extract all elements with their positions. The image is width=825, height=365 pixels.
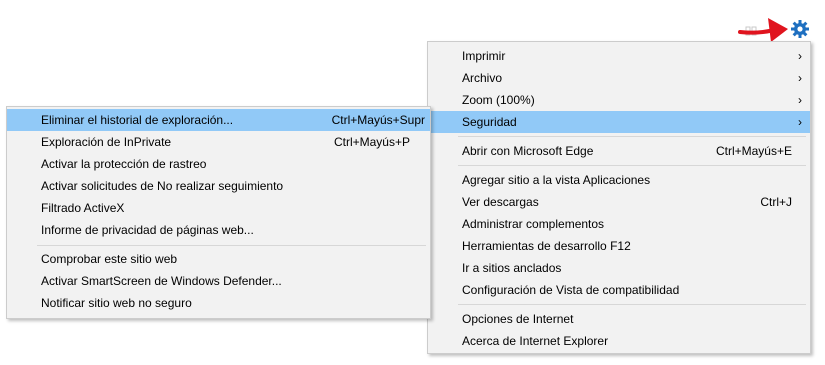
menu-item-label: Administrar complementos (462, 217, 605, 231)
menu-separator (37, 245, 426, 246)
menu-item-label: Seguridad (462, 115, 517, 129)
menu-item-imprimir[interactable]: Imprimir › (428, 45, 810, 67)
chevron-right-icon: › (798, 71, 802, 85)
menu-item-label: Informe de privacidad de páginas web... (41, 223, 254, 237)
menu-item-check-site[interactable]: Comprobar este sitio web (7, 248, 430, 270)
menu-item-label: Abrir con Microsoft Edge (462, 144, 594, 158)
menu-item-delete-history[interactable]: Eliminar el historial de exploración... … (7, 109, 430, 131)
menu-item-label: Filtrado ActiveX (41, 201, 125, 215)
menu-item-seguridad[interactable]: Seguridad › (428, 111, 810, 133)
tools-menu: Imprimir › Archivo › Zoom (100%) › Segur… (427, 41, 811, 354)
menu-separator (458, 136, 806, 137)
menu-item-add-site-apps[interactable]: Agregar sitio a la vista Aplicaciones (428, 169, 810, 191)
menu-separator (458, 165, 806, 166)
chevron-right-icon: › (798, 93, 802, 107)
chevron-right-icon: › (798, 115, 802, 129)
menu-item-label: Acerca de Internet Explorer (462, 334, 609, 348)
menu-item-shortcut: Ctrl+Mayús+E (715, 144, 792, 158)
menu-item-label: Activar la protección de rastreo (41, 157, 207, 171)
menu-item-shortcut: Ctrl+Mayús+P (333, 135, 410, 149)
menu-item-open-edge[interactable]: Abrir con Microsoft Edge Ctrl+Mayús+E (428, 140, 810, 162)
menu-item-privacy-report[interactable]: Informe de privacidad de páginas web... (7, 219, 430, 241)
menu-item-label: Activar SmartScreen de Windows Defender.… (41, 274, 282, 288)
menu-item-label: Opciones de Internet (462, 312, 574, 326)
menu-item-zoom[interactable]: Zoom (100%) › (428, 89, 810, 111)
menu-item-shortcut: Ctrl+J (760, 195, 792, 209)
menu-item-view-downloads[interactable]: Ver descargas Ctrl+J (428, 191, 810, 213)
menu-separator (458, 304, 806, 305)
menu-item-archivo[interactable]: Archivo › (428, 67, 810, 89)
menu-item-shortcut: Ctrl+Mayús+Supr (331, 113, 425, 127)
menu-item-label: Herramientas de desarrollo F12 (462, 239, 631, 253)
menu-item-inprivate[interactable]: Exploración de InPrivate Ctrl+Mayús+P (7, 131, 430, 153)
menu-item-label: Configuración de Vista de compatibilidad (462, 283, 680, 297)
menu-item-label: Activar solicitudes de No realizar segui… (41, 179, 284, 193)
menu-item-smartscreen[interactable]: Activar SmartScreen de Windows Defender.… (7, 270, 430, 292)
tools-gear-icon[interactable] (790, 19, 810, 39)
menu-item-compat-view[interactable]: Configuración de Vista de compatibilidad (428, 279, 810, 301)
menu-item-activex-filtering[interactable]: Filtrado ActiveX (7, 197, 430, 219)
menu-item-tracking-protection[interactable]: Activar la protección de rastreo (7, 153, 430, 175)
menu-item-label: Archivo (462, 71, 503, 85)
menu-item-label: Agregar sitio a la vista Aplicaciones (462, 173, 651, 187)
menu-item-label: Ir a sitios anclados (462, 261, 562, 275)
menu-item-pinned-sites[interactable]: Ir a sitios anclados (428, 257, 810, 279)
menu-item-label: Exploración de InPrivate (41, 135, 172, 149)
menu-item-label: Comprobar este sitio web (41, 252, 178, 266)
security-submenu: Eliminar el historial de exploración... … (6, 106, 431, 319)
menu-item-manage-addons[interactable]: Administrar complementos (428, 213, 810, 235)
chevron-right-icon: › (798, 49, 802, 63)
menu-item-label: Zoom (100%) (462, 93, 535, 107)
menu-item-label: Imprimir (462, 49, 506, 63)
menu-item-report-unsafe[interactable]: Notificar sitio web no seguro (7, 292, 430, 314)
menu-item-about-ie[interactable]: Acerca de Internet Explorer (428, 330, 810, 352)
menu-item-dev-tools[interactable]: Herramientas de desarrollo F12 (428, 235, 810, 257)
menu-item-do-not-track[interactable]: Activar solicitudes de No realizar segui… (7, 175, 430, 197)
menu-item-label: Eliminar el historial de exploración... (41, 113, 234, 127)
menu-item-label: Ver descargas (462, 195, 539, 209)
menu-item-label: Notificar sitio web no seguro (41, 296, 192, 310)
menu-item-internet-options[interactable]: Opciones de Internet (428, 308, 810, 330)
